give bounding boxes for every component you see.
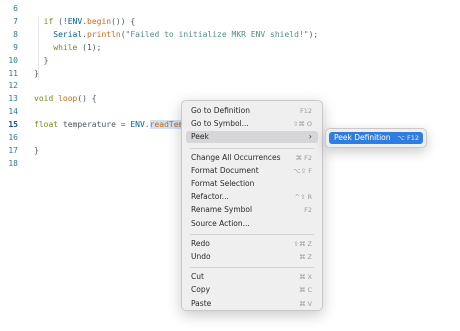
code-line[interactable]: 6 — [0, 3, 460, 15]
code-token: begin — [87, 16, 112, 26]
code-text: float temperature = ENV.readTemper — [34, 119, 198, 131]
code-line[interactable]: 10 } — [0, 55, 460, 67]
code-text: while (1); — [34, 42, 101, 54]
menu-item-label: Go to Definition — [191, 106, 251, 115]
line-number: 13 — [8, 94, 18, 104]
menu-item-label: Redo — [191, 238, 210, 248]
peek-definition-shortcut: ⌥ F12 — [397, 134, 419, 142]
menu-item-change-all-occurrences[interactable]: Change All Occurrences ⌘ F2 — [186, 152, 318, 164]
menu-item-shortcut: ^⇧ R — [294, 193, 312, 202]
line-number: 6 — [13, 4, 18, 13]
menu-item-go-to-symbol[interactable]: Go to Symbol... ⇧⌘ O — [186, 118, 318, 130]
code-text: } — [34, 55, 49, 67]
code-text: } — [34, 145, 39, 157]
menu-item-shortcut: F2 — [304, 206, 312, 215]
code-text: void loop() { — [34, 93, 97, 105]
code-token: ENV — [67, 16, 83, 26]
code-line[interactable]: 9 while (1); — [0, 42, 460, 54]
code-token: ); — [308, 29, 319, 39]
menu-item-shortcut: ⌥⇧ F — [293, 166, 312, 175]
code-token: ()) { — [111, 16, 136, 26]
menu-item-label: Go to Symbol... — [191, 119, 249, 129]
menu-item-peek[interactable]: Peek › — [186, 131, 318, 144]
menu-item-source-action[interactable]: Source Action... — [186, 218, 318, 230]
peek-submenu: Peek Definition ⌥ F12 — [325, 128, 427, 148]
menu-item-format-selection[interactable]: Format Selection — [186, 178, 318, 190]
line-number: 12 — [8, 81, 18, 91]
menu-item-shortcut: F12 — [299, 107, 312, 115]
line-number: 14 — [8, 107, 18, 117]
code-token: } — [34, 55, 49, 65]
code-token: ENV — [130, 120, 145, 130]
line-number: 11 — [8, 68, 18, 78]
menu-item-label: Copy — [191, 285, 211, 295]
menu-separator — [190, 233, 314, 235]
line-number: 9 — [13, 42, 18, 52]
menu-item-label: Rename Symbol — [191, 205, 253, 215]
menu-item-shortcut: ⇧⌘ O — [292, 120, 312, 129]
code-token: println — [87, 29, 121, 39]
line-number: 10 — [8, 55, 18, 65]
code-token: temperature = — [58, 120, 131, 130]
menu-item-label: Format Document — [191, 165, 259, 175]
menu-item-label: Change All Occurrences — [191, 152, 281, 162]
menu-item-label: Peek — [191, 132, 209, 142]
menu-item-shortcut: ⇧⌘ Z — [293, 239, 312, 248]
menu-item-refactor[interactable]: Refactor... ^⇧ R — [186, 191, 318, 203]
menu-item-label: Paste — [191, 298, 212, 308]
line-number: 18 — [8, 158, 18, 168]
code-token: () { — [77, 94, 97, 104]
menu-item-shortcut: ⌘ V — [298, 299, 312, 308]
menu-item-label: Format Selection — [191, 179, 255, 188]
menu-item-copy[interactable]: Copy ⌘ C — [186, 284, 318, 296]
menu-item-label: Refactor... — [191, 192, 229, 202]
code-line[interactable]: 11} — [0, 68, 460, 80]
menu-item-rename-symbol[interactable]: Rename Symbol F2 — [186, 204, 318, 216]
menu-item-redo[interactable]: Redo ⇧⌘ Z — [186, 238, 318, 250]
menu-item-shortcut: ⌘ F2 — [295, 153, 312, 162]
code-token: . — [144, 120, 150, 130]
context-menu: Go to Definition F12 Go to Symbol... ⇧⌘ O Pe… — [181, 100, 323, 311]
code-token: float — [34, 120, 59, 130]
code-text: if (!ENV.begin()) { — [34, 16, 136, 28]
code-token: (! — [53, 16, 68, 26]
menu-item-paste[interactable]: Paste ⌘ V — [186, 298, 318, 310]
code-line[interactable]: 7 if (!ENV.begin()) { — [0, 16, 460, 28]
line-number: 16 — [8, 133, 18, 142]
code-token: loop — [58, 94, 78, 104]
line-number: 17 — [8, 145, 18, 155]
peek-definition-item[interactable]: Peek Definition ⌥ F12 — [329, 132, 423, 144]
code-token: "Failed to initialize MKR ENV shield!" — [125, 29, 309, 39]
menu-item-go-to-definition[interactable]: Go to Definition F12 — [186, 105, 318, 117]
code-token: (1); — [77, 42, 102, 52]
line-number: 15 — [8, 120, 18, 130]
menu-item-cut[interactable]: Cut ⌘ X — [186, 271, 318, 283]
code-token: if — [43, 16, 54, 26]
menu-item-shortcut: ⌘ Z — [298, 253, 312, 261]
code-line[interactable]: 12 — [0, 80, 460, 92]
line-number: 7 — [13, 16, 18, 26]
menu-item-label: Source Action... — [191, 218, 250, 228]
menu-item-shortcut: ⌘ X — [298, 273, 312, 282]
code-token: } — [34, 145, 39, 155]
code-line[interactable]: 8 Serial.println("Failed to initialize M… — [0, 29, 460, 41]
menu-item-undo[interactable]: Undo ⌘ Z — [186, 251, 318, 263]
menu-separator — [190, 267, 314, 269]
code-token: while — [53, 42, 78, 52]
code-token: Serial — [53, 29, 83, 39]
peek-definition-label: Peek Definition — [334, 133, 391, 142]
menu-item-format-document[interactable]: Format Document ⌥⇧ F — [186, 165, 318, 177]
line-number: 8 — [13, 29, 18, 39]
menu-item-shortcut: ⌘ C — [298, 286, 312, 295]
menu-separator — [190, 147, 314, 149]
code-token: void — [34, 94, 54, 104]
code-text: Serial.println("Failed to initialize MKR… — [34, 29, 318, 41]
indent-guide — [38, 15, 39, 81]
menu-item-label: Undo — [191, 252, 211, 261]
menu-item-label: Cut — [191, 272, 204, 282]
chevron-right-icon: › — [308, 132, 312, 142]
